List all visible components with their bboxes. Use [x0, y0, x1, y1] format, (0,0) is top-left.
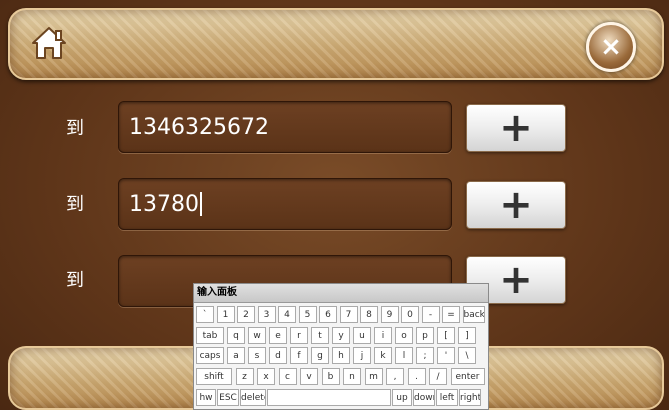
key-right[interactable]: right	[459, 389, 481, 406]
key-x93[interactable]: ]	[458, 327, 476, 344]
key-x96[interactable]: `	[196, 306, 214, 323]
key-0[interactable]: 0	[401, 306, 419, 323]
close-button[interactable]: ×	[586, 22, 636, 72]
key-8[interactable]: 8	[360, 306, 378, 323]
screen: × 到 1346325672 + 到 13780 + 到 + 输入面板 ` 1 2 3…	[0, 0, 669, 410]
key-x[interactable]: x	[257, 368, 275, 385]
key-enter[interactable]: enter	[450, 368, 485, 385]
key-down[interactable]: down	[413, 389, 435, 406]
key-5[interactable]: 5	[298, 306, 317, 323]
key-n[interactable]: n	[343, 368, 361, 385]
key-d[interactable]: d	[269, 347, 287, 364]
key-ESC[interactable]: ESC	[217, 389, 239, 406]
key-a[interactable]: a	[227, 347, 245, 364]
key-h[interactable]: h	[332, 347, 350, 364]
key-b[interactable]: b	[321, 368, 340, 385]
home-icon	[32, 27, 66, 59]
key-3[interactable]: 3	[257, 306, 276, 323]
key-k[interactable]: k	[374, 347, 392, 364]
home-button[interactable]	[28, 22, 70, 64]
number-value-2: 13780	[129, 191, 199, 217]
key-caps[interactable]: caps	[196, 347, 224, 364]
key-delete[interactable]: delete	[240, 389, 266, 406]
row-label-3: 到	[66, 270, 84, 291]
key-j[interactable]: j	[353, 347, 371, 364]
row-label-2: 到	[66, 194, 84, 215]
top-bar	[8, 8, 664, 80]
number-field-1[interactable]: 1346325672	[118, 101, 452, 153]
add-button-1[interactable]: +	[466, 104, 566, 152]
key-z[interactable]: z	[235, 368, 254, 385]
key-e[interactable]: e	[269, 327, 287, 344]
key-back[interactable]: back	[462, 306, 485, 323]
key-u[interactable]: u	[353, 327, 371, 344]
key-g[interactable]: g	[311, 347, 329, 364]
key-q[interactable]: q	[227, 327, 245, 344]
key-p[interactable]: p	[416, 327, 434, 344]
key-x91[interactable]: [	[437, 327, 455, 344]
key-t[interactable]: t	[311, 327, 329, 344]
key-7[interactable]: 7	[339, 306, 358, 323]
key-x45[interactable]: -	[421, 306, 440, 323]
key-o[interactable]: o	[395, 327, 413, 344]
key-y[interactable]: y	[332, 327, 350, 344]
key-c[interactable]: c	[278, 368, 297, 385]
key-shift[interactable]: shift	[196, 368, 232, 385]
number-field-2[interactable]: 13780	[118, 178, 452, 230]
key-s[interactable]: s	[248, 347, 266, 364]
key-space[interactable]	[267, 389, 391, 406]
key-w[interactable]: w	[248, 327, 266, 344]
key-tab[interactable]: tab	[196, 327, 224, 344]
input-panel: 输入面板 ` 1 2 3 4 5 6 7 8 9 0- = back tab q w e r t y u i o p[] c…	[193, 283, 489, 410]
key-f[interactable]: f	[290, 347, 308, 364]
key-x46[interactable]: .	[407, 368, 426, 385]
input-panel-title[interactable]: 输入面板	[194, 284, 488, 303]
key-2[interactable]: 2	[237, 306, 255, 323]
key-6[interactable]: 6	[319, 306, 337, 323]
key-x92[interactable]: \	[458, 347, 476, 364]
key-1[interactable]: 1	[216, 306, 235, 323]
key-x47[interactable]: /	[429, 368, 447, 385]
text-caret	[200, 192, 202, 216]
key-l[interactable]: l	[395, 347, 413, 364]
add-button-2[interactable]: +	[466, 181, 566, 229]
key-9[interactable]: 9	[380, 306, 399, 323]
key-x44[interactable]: ,	[386, 368, 404, 385]
number-value-1: 1346325672	[129, 114, 269, 140]
key-m[interactable]: m	[364, 368, 383, 385]
key-r[interactable]: r	[290, 327, 308, 344]
key-4[interactable]: 4	[278, 306, 296, 323]
key-up[interactable]: up	[392, 389, 412, 406]
key-x59[interactable]: ;	[416, 347, 434, 364]
key-x61[interactable]: =	[442, 306, 460, 323]
row-label-1: 到	[66, 118, 84, 139]
key-i[interactable]: i	[374, 327, 392, 344]
key-v[interactable]: v	[300, 368, 318, 385]
close-icon: ×	[600, 32, 622, 62]
key-x39[interactable]: '	[437, 347, 455, 364]
key-left[interactable]: left	[436, 389, 458, 406]
key-hw[interactable]: hw	[196, 389, 216, 406]
